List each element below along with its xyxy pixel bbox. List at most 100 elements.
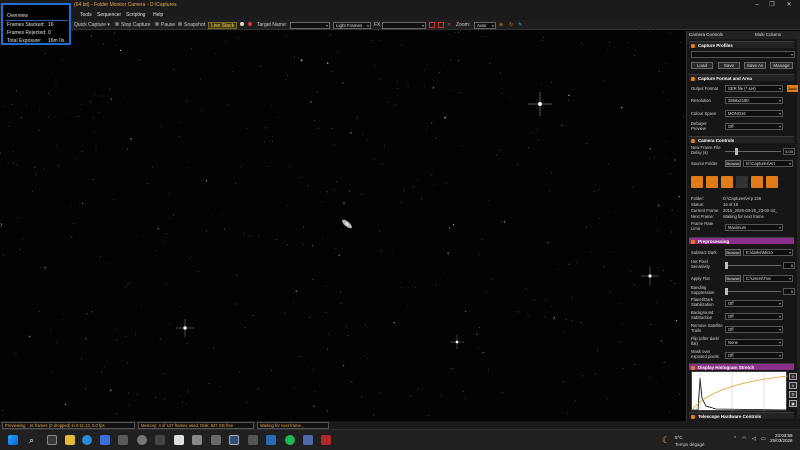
section-preprocessing[interactable]: Preprocessing [689,237,794,244]
hot-pixel-slider[interactable] [725,262,781,269]
close-overlay-icon[interactable]: ✕ [447,22,451,29]
wifi-icon[interactable]: ◠ [742,436,746,442]
image-preview[interactable] [0,31,685,419]
apply-flat-select[interactable]: C:\Users\Trai ▾ [743,275,793,282]
chevron-left-icon[interactable]: › [0,220,3,229]
star [188,391,190,393]
store-icon[interactable] [118,435,128,445]
new-frame-delay-input[interactable]: 5.00 [783,148,795,155]
colour-space-select[interactable]: MONO16 ▾ [725,110,783,117]
frame-rate-select[interactable]: Maximum ▾ [725,224,783,231]
previous-frame-button[interactable] [706,176,718,188]
menu-sequencer[interactable]: Sequencer [97,12,121,18]
histogram-reset-icon[interactable]: ⊘ [789,373,797,380]
pin-icon[interactable]: ✎ [518,22,522,29]
banding-input[interactable]: 0 [783,288,795,295]
snapshot-button[interactable]: Snapshot [178,22,205,29]
battery-icon[interactable]: ▭ [761,436,766,442]
star [459,91,461,93]
menu-scripting[interactable]: Scripting [126,12,145,18]
target-name-input[interactable]: ▾ [290,21,330,29]
first-frame-button[interactable] [691,176,703,188]
subtract-dark-select[interactable]: E:\darks\Micro ▾ [743,249,793,256]
frame-type-select[interactable]: Light Frames ▾ [333,21,371,29]
system-clock[interactable]: 23:03:59 25/03/2026 [770,433,793,443]
app-icon-7[interactable] [285,435,295,445]
debayer-select[interactable]: Off ▾ [725,123,783,130]
chevron-up-icon[interactable]: ⌃ [733,436,737,442]
search-icon[interactable]: ⌕ [29,435,34,446]
zoom-icon[interactable]: ⊕ [499,22,503,29]
app-icon-4[interactable] [211,435,221,445]
save-as-button[interactable]: Save As [744,62,766,69]
fx-select[interactable]: ▾ [382,21,426,29]
background-subtraction-select[interactable]: Off ▾ [725,313,783,320]
minimize-button[interactable]: – [752,1,762,9]
app-icon-1[interactable] [137,435,147,445]
section-telescope[interactable]: Telescope Hardware Controls [689,412,794,419]
hot-pixel-input[interactable]: 0 [783,262,795,269]
quick-capture-button[interactable]: Quick Capture ▾ [74,22,110,29]
record-icon[interactable] [248,22,254,29]
pause-button[interactable]: Pause [155,22,175,29]
mask-select[interactable]: Off ▾ [725,352,783,359]
section-capture-format[interactable]: Capture Format and Area [689,74,794,81]
resolution-select[interactable]: 3856x2180 ▾ [725,97,783,104]
star [164,398,166,400]
section-capture-profiles[interactable]: Capture Profiles [689,41,794,48]
task-view-icon[interactable] [47,435,57,445]
settings-icon[interactable] [240,22,246,29]
banding-slider[interactable] [725,288,781,295]
pause-playback-button[interactable] [721,176,733,188]
grid-icon[interactable] [438,22,444,28]
file-explorer-icon[interactable] [65,435,75,445]
star [622,368,624,369]
histogram-chart[interactable] [691,371,789,412]
refresh-icon[interactable]: ↻ [509,22,513,29]
zoom-select[interactable]: Auto ▾ [474,21,496,29]
flip-select[interactable]: None ▾ [725,339,783,346]
app-icon-5[interactable] [248,435,258,445]
load-button[interactable]: Load [691,62,713,69]
crosshair-icon[interactable] [429,22,435,28]
app-icon-8[interactable] [303,435,313,445]
profile-select[interactable]: ▾ [691,51,795,58]
maximize-button[interactable]: ❐ [767,1,777,9]
live-stack-button[interactable]: Live Stack [208,21,238,29]
app-icon-6[interactable] [266,435,276,445]
histogram-auto-icon[interactable]: A [789,382,797,389]
source-folder-select[interactable]: D:\Captures\Art ▾ [743,160,793,167]
stop-capture-button[interactable]: Stop Capture [115,22,150,29]
refresh-playback-icon[interactable] [736,176,748,188]
tab-multi-column[interactable]: Multi Column [755,32,781,37]
manage-button[interactable]: Manage [770,62,793,69]
browse-dark-button[interactable]: Browse [725,249,741,256]
histogram-save-icon[interactable]: ▣ [789,400,797,407]
histogram-settings-icon[interactable]: ⚙ [789,391,797,398]
browse-flat-button[interactable]: Browse [725,275,741,282]
save-button[interactable]: Save [718,62,740,69]
sharpcap-icon[interactable] [229,435,239,445]
section-histogram[interactable]: Display Histogram Stretch [689,363,794,370]
volume-icon[interactable]: ◁ [752,436,756,442]
app-icon-3[interactable] [192,435,202,445]
planet-stabilization-select[interactable]: Off ▾ [725,300,783,307]
browse-source-button[interactable]: Browse [725,160,741,167]
section-camera-controls[interactable]: Camera Controls [689,136,794,143]
app-icon-9[interactable] [321,435,331,445]
output-format-select[interactable]: SER file (*.ser) ▾ [725,85,783,92]
menu-help[interactable]: Help [153,12,163,18]
document-icon[interactable] [174,435,184,445]
tab-camera-controls[interactable]: Camera Controls [689,32,723,37]
settings-app-icon[interactable] [100,435,110,445]
new-frame-delay-slider[interactable] [725,148,781,155]
remove-satellite-select[interactable]: Off ▾ [725,326,783,333]
app-icon-2[interactable] [155,435,165,445]
menu-tools[interactable]: Tools [80,12,92,18]
last-frame-button[interactable] [766,176,778,188]
auto-button[interactable]: Auto [787,85,798,92]
edge-icon[interactable] [82,435,92,445]
close-button[interactable]: ✕ [784,1,794,9]
next-frame-button[interactable] [751,176,763,188]
windows-start-icon[interactable] [8,435,18,445]
